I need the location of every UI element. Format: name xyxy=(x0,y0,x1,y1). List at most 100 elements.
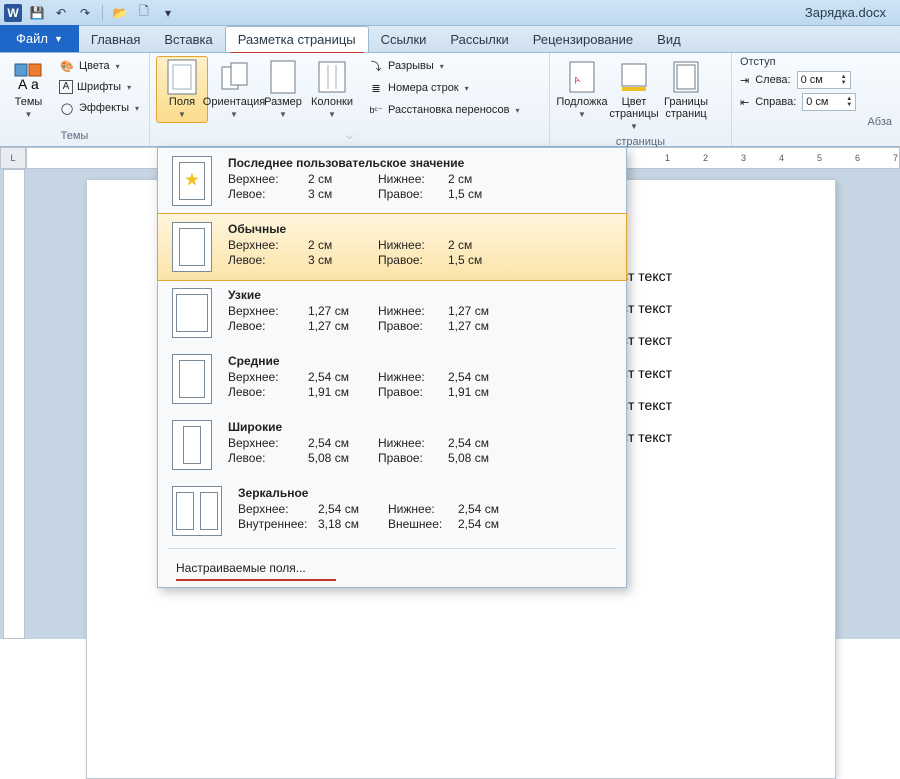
columns-button-label: Колонки xyxy=(311,96,353,108)
vertical-ruler[interactable] xyxy=(3,169,25,639)
margin-preset-thumb xyxy=(172,288,212,338)
margin-preset-0[interactable]: Последнее пользовательское значение Верхн… xyxy=(158,148,626,214)
themes-button[interactable]: Aa Темы ▼ xyxy=(6,56,51,123)
margin-preset-thumb xyxy=(172,420,212,470)
theme-effects-label: Эффекты xyxy=(79,102,129,114)
theme-colors-label: Цвета xyxy=(79,60,110,72)
indent-right-row: ⇤ Справа: 0 см ▲▼ xyxy=(740,93,892,111)
custom-margins-label: Настраиваемые поля... xyxy=(176,561,306,575)
margin-preset-1[interactable]: ОбычныеВерхнее:2 смНижнее:2 смЛевое:3 см… xyxy=(157,213,627,281)
hyphenation-label: Расстановка переносов xyxy=(388,104,509,116)
ruler-number: 5 xyxy=(817,153,822,163)
indent-right-value: 0 см xyxy=(806,96,828,108)
undo-icon[interactable]: ↶ xyxy=(52,4,70,22)
margin-preset-5[interactable]: ЗеркальноеВерхнее:2,54 смНижнее:2,54 смВ… xyxy=(158,478,626,544)
spinner-icon[interactable]: ▲▼ xyxy=(841,74,847,86)
margin-preset-info: Широкие Верхнее:2,54 смНижнее:2,54 смЛево… xyxy=(228,420,612,470)
chevron-down-icon: ▾ xyxy=(465,84,469,93)
redo-icon[interactable]: ↷ xyxy=(76,4,94,22)
hyphenation-icon: bᶜ⁻ xyxy=(368,102,384,118)
margin-preset-2[interactable]: УзкиеВерхнее:1,27 смНижнее:1,27 смЛевое:… xyxy=(158,280,626,346)
title-bar: W 💾 ↶ ↷ 📂 🗋 ▾ Зарядка.docx xyxy=(0,0,900,26)
watermark-button[interactable]: A Подложка ▼ xyxy=(556,56,608,123)
open-icon[interactable]: 📂 xyxy=(111,4,129,22)
indent-right-input[interactable]: 0 см ▲▼ xyxy=(802,93,856,111)
qat-more-icon[interactable]: ▾ xyxy=(159,4,177,22)
hyphenation-button[interactable]: bᶜ⁻ Расстановка переносов ▾ xyxy=(364,100,524,120)
tab-вид[interactable]: Вид xyxy=(645,26,693,52)
chevron-down-icon: ▼ xyxy=(230,110,238,119)
theme-colors-button[interactable]: 🎨Цвета▾ xyxy=(55,56,143,76)
tab-file[interactable]: Файл▼ xyxy=(0,25,79,52)
indent-right-label: Справа: xyxy=(755,96,796,108)
ruler-number: 2 xyxy=(703,153,708,163)
indent-left-row: ⇥ Слева: 0 см▲▼ xyxy=(740,71,892,89)
tab-рецензирование[interactable]: Рецензирование xyxy=(521,26,645,52)
watermark-icon: A xyxy=(565,60,599,94)
theme-fonts-label: Шрифты xyxy=(77,81,121,93)
indent-left-input[interactable]: 0 см▲▼ xyxy=(797,71,851,89)
ribbon-tabs: Файл▼ ГлавнаяВставкаРазметка страницыСсы… xyxy=(0,26,900,53)
custom-margins-item[interactable]: Настраиваемые поля... xyxy=(158,553,626,583)
group-page-setup: Поля ▼ Ориентация ▼ Размер ▼ Колонки ▼ ⤵… xyxy=(150,53,550,146)
orientation-icon xyxy=(217,60,251,94)
margins-icon xyxy=(165,60,199,94)
indent-left-icon: ⇥ xyxy=(740,74,749,87)
ruler-number: 7 xyxy=(893,153,898,163)
chevron-down-icon: ▾ xyxy=(135,104,139,113)
margin-preset-values: Верхнее:1,27 смНижнее:1,27 смЛевое:1,27 … xyxy=(228,304,612,333)
group-page-background: A Подложка ▼ Цвет страницы ▼ Границы стр… xyxy=(550,53,732,146)
line-numbers-button[interactable]: ≣Номера строк▾ xyxy=(364,78,524,98)
new-icon[interactable]: 🗋 xyxy=(135,4,153,22)
tab-разметка-страницы[interactable]: Разметка страницы xyxy=(225,26,369,52)
margin-preset-values: Верхнее:2,54 смНижнее:2,54 смЛевое:1,91 … xyxy=(228,370,612,399)
ruler-corner: L xyxy=(0,147,26,169)
chevron-down-icon: ▼ xyxy=(328,110,336,119)
margin-preset-3[interactable]: СредниеВерхнее:2,54 смНижнее:2,54 смЛево… xyxy=(158,346,626,412)
breaks-button[interactable]: ⤵Разрывы▾ xyxy=(364,56,524,76)
chevron-down-icon: ▾ xyxy=(515,106,519,115)
save-icon[interactable]: 💾 xyxy=(28,4,46,22)
margin-preset-title: Последнее пользовательское значение xyxy=(228,156,612,170)
line-numbers-icon: ≣ xyxy=(368,80,384,96)
tab-вставка[interactable]: Вставка xyxy=(152,26,224,52)
margin-preset-thumb xyxy=(172,354,212,404)
page-borders-icon xyxy=(669,60,703,94)
spinner-icon[interactable]: ▲▼ xyxy=(846,96,852,108)
page-borders-button[interactable]: Границы страниц xyxy=(660,56,712,124)
chevron-down-icon: ▾ xyxy=(440,62,444,71)
margin-preset-values: Верхнее:2,54 смНижнее:2,54 смЛевое:5,08 … xyxy=(228,436,612,465)
margins-button[interactable]: Поля ▼ xyxy=(156,56,208,123)
left-gutter xyxy=(0,169,26,639)
theme-fonts-button[interactable]: AШрифты▾ xyxy=(55,78,143,96)
margin-preset-thumb xyxy=(172,222,212,272)
ruler-number: 4 xyxy=(779,153,784,163)
margin-preset-values: Верхнее:2,54 смНижнее:2,54 смВнутреннее:… xyxy=(238,502,612,531)
svg-text:A: A xyxy=(18,76,28,92)
tab-главная[interactable]: Главная xyxy=(79,26,152,52)
tab-file-label: Файл xyxy=(16,31,48,46)
tab-рассылки[interactable]: Рассылки xyxy=(438,26,520,52)
ruler-number: 6 xyxy=(855,153,860,163)
indent-right-icon: ⇤ xyxy=(740,96,749,109)
margin-preset-title: Широкие xyxy=(228,420,612,434)
columns-button[interactable]: Колонки ▼ xyxy=(306,56,358,123)
margin-preset-info: УзкиеВерхнее:1,27 смНижнее:1,27 смЛевое:… xyxy=(228,288,612,338)
indent-left-label: Слева: xyxy=(755,74,790,86)
chevron-down-icon: ▼ xyxy=(178,110,186,119)
themes-icon: Aa xyxy=(11,60,45,94)
size-button[interactable]: Размер ▼ xyxy=(260,56,306,123)
orientation-button[interactable]: Ориентация ▼ xyxy=(208,56,260,123)
margin-preset-4[interactable]: Широкие Верхнее:2,54 смНижнее:2,54 смЛево… xyxy=(158,412,626,478)
group-paragraph-label: Абза xyxy=(740,115,892,130)
svg-text:a: a xyxy=(31,76,39,92)
theme-effects-button[interactable]: ◯Эффекты▾ xyxy=(55,98,143,118)
tab-ссылки[interactable]: Ссылки xyxy=(369,26,439,52)
page-color-button[interactable]: Цвет страницы ▼ xyxy=(608,56,660,135)
ribbon: Aa Темы ▼ 🎨Цвета▾ AШрифты▾ ◯Эффекты▾ Тем… xyxy=(0,53,900,147)
size-button-label: Размер xyxy=(264,96,302,108)
indent-title: Отступ xyxy=(740,56,892,68)
group-page-setup-label[interactable] xyxy=(156,129,543,144)
margin-preset-values: Верхнее:2 смНижнее:2 смЛевое:3 смПравое:… xyxy=(228,172,612,201)
margin-preset-info: ЗеркальноеВерхнее:2,54 смНижнее:2,54 смВ… xyxy=(238,486,612,536)
